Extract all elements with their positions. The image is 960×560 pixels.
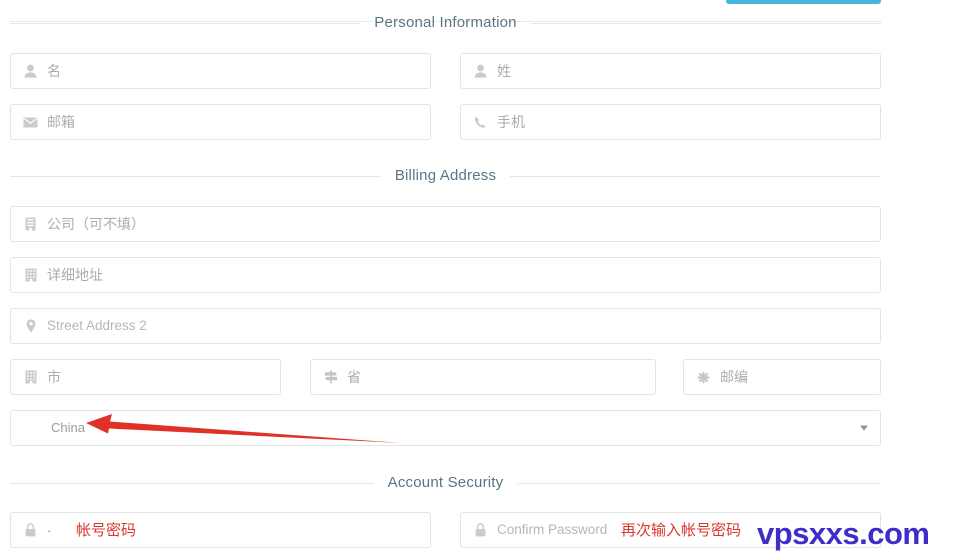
email-field[interactable]: 邮箱 [10,104,431,140]
city-placeholder: 市 [47,369,61,385]
building-icon [23,370,38,385]
section-heading-billing-address: Billing Address [10,167,882,185]
phone-placeholder: 手机 [497,114,525,130]
last-name-placeholder: 姓 [497,63,511,79]
section-title: Personal Information [374,14,517,31]
phone-icon [473,115,488,130]
lock-icon [473,523,488,538]
state-placeholder: 省 [347,369,361,385]
address1-field[interactable]: 详细地址 [10,257,881,293]
password-annotation: 帐号密码 [76,521,137,539]
user-icon [23,64,38,79]
last-name-field[interactable]: 姓 [460,53,881,89]
section-title: Billing Address [394,167,497,184]
building-icon [23,217,38,232]
country-select[interactable]: China [10,410,881,446]
address2-placeholder: Street Address 2 [47,318,147,333]
phone-field[interactable]: 手机 [460,104,881,140]
legend-rule-left [10,175,381,177]
address2-field[interactable]: Street Address 2 [10,308,881,344]
password-field[interactable]: · [10,512,431,548]
user-icon [473,64,488,79]
first-name-placeholder: 名 [47,63,61,79]
postcode-field[interactable]: 邮编 [683,359,881,395]
company-field[interactable]: 公司（可不填） [10,206,881,242]
map-signs-icon [323,370,338,385]
envelope-icon [23,115,38,130]
company-placeholder: 公司（可不填） [47,216,145,232]
address1-placeholder: 详细地址 [47,267,103,283]
confirm-password-annotation: 再次输入帐号密码 [621,521,742,539]
legend-rule-left [10,22,361,24]
asterisk-icon [696,370,711,385]
building-icon [23,268,38,283]
chevron-down-icon[interactable] [860,425,868,431]
map-marker-icon [23,319,38,334]
postcode-placeholder: 邮编 [720,369,748,385]
first-name-field[interactable]: 名 [10,53,431,89]
section-heading-account-security: Account Security [10,474,882,492]
country-value: China [51,420,85,435]
legend-rule-right [530,22,881,24]
section-title: Account Security [387,474,504,491]
legend-rule-right [517,482,882,484]
lock-icon [23,523,38,538]
legend-rule-right [510,175,882,177]
section-heading-personal-information: Personal Information [10,14,881,32]
site-watermark: vpsxxs.com [757,516,930,551]
email-placeholder: 邮箱 [47,114,75,130]
legend-rule-left [10,482,374,484]
password-value: · [47,522,54,538]
city-field[interactable]: 市 [10,359,281,395]
confirm-password-placeholder: Confirm Password [497,522,608,537]
top-action-button[interactable] [726,0,881,4]
signup-form-page: Personal Information 名 姓 邮箱 手机 Billing A… [0,0,960,560]
state-field[interactable]: 省 [310,359,656,395]
